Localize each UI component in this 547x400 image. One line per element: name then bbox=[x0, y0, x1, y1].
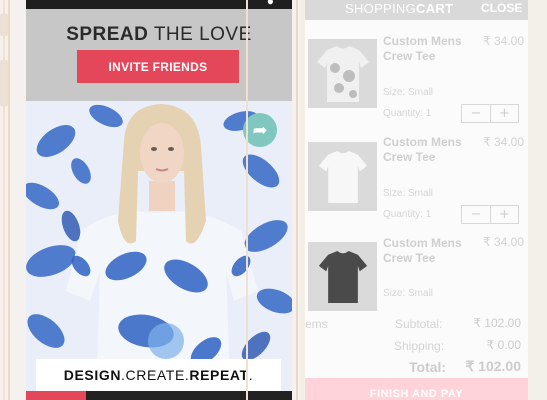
cart-title-bold: CART bbox=[416, 1, 454, 16]
total-value: ₹ 102.00 bbox=[465, 358, 521, 374]
item-size: Size: Small bbox=[383, 87, 434, 98]
item-price: ₹ 34.00 bbox=[483, 235, 524, 249]
item-name: Custom Mens Crew Tee bbox=[383, 34, 462, 63]
cart-screen: SHOPPINGCART CLOSE Custom Mens Crew Tee … bbox=[305, 0, 528, 400]
subtotal-value: ₹ 102.00 bbox=[473, 316, 521, 330]
item-name: Custom Mens Crew Tee bbox=[383, 135, 462, 164]
finish-and-pay-button[interactable]: FINISH AND PAY bbox=[305, 378, 528, 400]
close-button[interactable]: CLOSE bbox=[481, 1, 522, 15]
shipping-value: ₹ 0.00 bbox=[486, 338, 521, 352]
subtotal-label: Subtotal: bbox=[395, 317, 443, 331]
cart-header: SHOPPINGCART CLOSE bbox=[305, 0, 528, 20]
tagline-dot: . bbox=[248, 367, 254, 383]
item-size: Size: Small bbox=[383, 188, 434, 199]
increase-quantity-button[interactable]: + bbox=[490, 206, 518, 223]
cart-item: Custom Mens Crew Tee ₹ 34.00 Size: Small… bbox=[305, 133, 528, 235]
black-tee-image bbox=[318, 250, 367, 303]
decrease-quantity-button[interactable]: − bbox=[462, 105, 490, 122]
item-quantity: Quantity: 1 bbox=[383, 209, 432, 220]
cart-title: SHOPPINGCART bbox=[345, 1, 453, 16]
share-button[interactable]: ➦ bbox=[243, 113, 277, 147]
cart-item: Custom Mens Crew Tee ₹ 34.00 Size: Small bbox=[305, 234, 528, 311]
quantity-stepper: − + bbox=[461, 205, 519, 224]
quantity-stepper: − + bbox=[461, 104, 519, 123]
menu-icon[interactable]: ● bbox=[267, 0, 274, 7]
shipping-label: Shipping: bbox=[394, 339, 445, 353]
item-quantity: Quantity: 1 bbox=[383, 108, 432, 119]
white-tee-image bbox=[318, 150, 367, 203]
product-thumbnail[interactable] bbox=[308, 39, 377, 108]
items-count-label: ems bbox=[305, 317, 328, 331]
cart-title-light: SHOPPING bbox=[345, 1, 417, 16]
cart-item: Custom Mens Crew Tee ₹ 34.00 Size: Small… bbox=[305, 32, 528, 134]
share-arrow-icon: ➦ bbox=[252, 119, 268, 140]
item-price: ₹ 34.00 bbox=[483, 34, 524, 48]
product-thumbnail[interactable] bbox=[308, 142, 377, 211]
product-thumbnail[interactable] bbox=[308, 242, 377, 311]
item-size: Size: Small bbox=[383, 288, 434, 299]
right-phone-frame bbox=[3, 0, 248, 400]
item-price: ₹ 34.00 bbox=[483, 135, 524, 149]
decrease-quantity-button[interactable]: − bbox=[462, 206, 490, 223]
floral-tee-image bbox=[316, 45, 369, 102]
total-label: Total: bbox=[409, 359, 447, 375]
increase-quantity-button[interactable]: + bbox=[490, 105, 518, 122]
item-name: Custom Mens Crew Tee bbox=[383, 236, 462, 265]
